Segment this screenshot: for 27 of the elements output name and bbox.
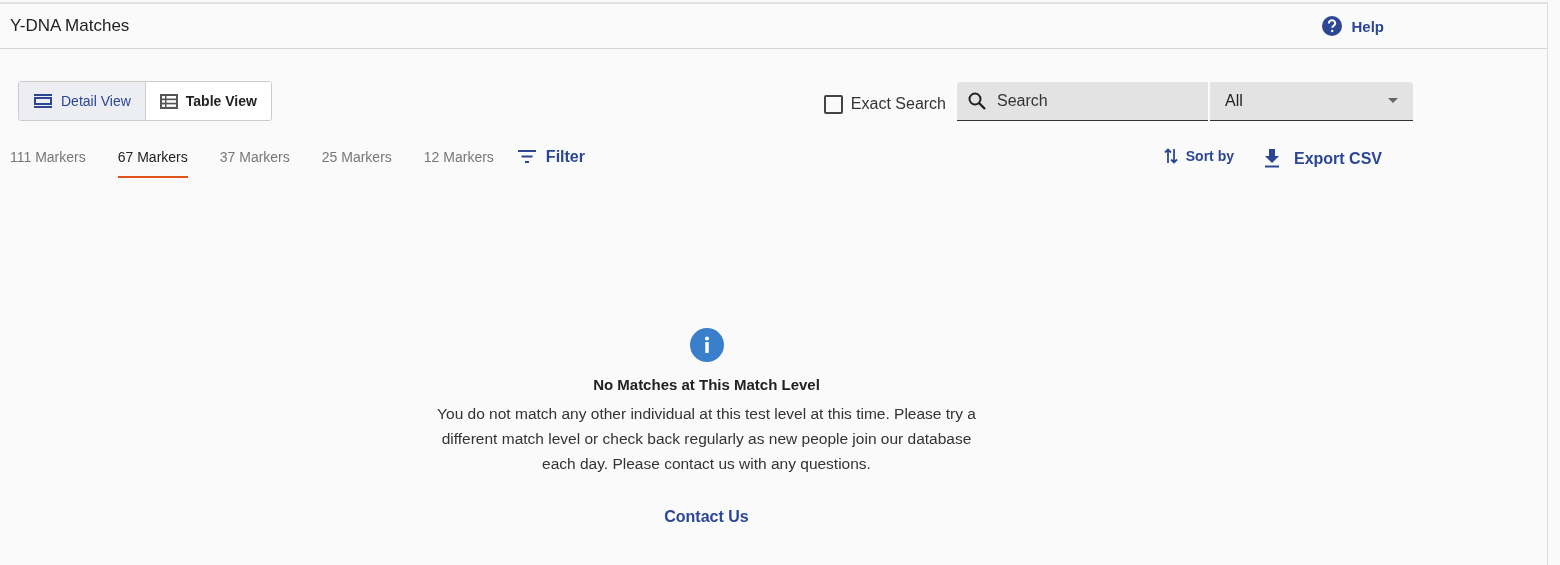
search-icon (967, 90, 987, 111)
view-toggle-button[interactable]: Detail View (19, 82, 145, 120)
detail-view-icon (33, 93, 53, 109)
filter-button[interactable]: Filter (517, 147, 593, 170)
download-icon (1264, 149, 1280, 168)
export-button[interactable]: Export CSV (1264, 149, 1382, 168)
contact-us-link[interactable]: Contact Us (664, 508, 749, 526)
scope-dropdown[interactable]: All (1210, 81, 1413, 121)
help-icon (1321, 15, 1344, 37)
search-field[interactable]: Search (957, 81, 1208, 121)
marker-tab[interactable]: 67 Markers (117, 139, 188, 178)
info-icon (689, 328, 724, 362)
empty-state-title: No Matches at This Match Level (593, 376, 820, 393)
filter-icon (517, 150, 536, 163)
page-title: Y-DNA Matches (10, 16, 130, 36)
sort-icon (1163, 146, 1178, 165)
caret-icon (1388, 98, 1398, 103)
sort-button[interactable]: Sort by (1163, 146, 1234, 165)
table-view-icon (159, 93, 178, 109)
marker-tab[interactable]: 111 Markers (10, 139, 86, 178)
empty-state-message: You do not match any other individual at this test level at this time. Please try a different match level or check back regularly as new people join our database each day. Please contact us with any questions. (436, 404, 977, 474)
marker-tab[interactable]: 37 Markers (219, 139, 290, 178)
exact-search-checkbox[interactable]: Exact Search (823, 94, 946, 114)
marker-tab[interactable]: 25 Markers (321, 139, 392, 178)
help-link[interactable]: Help (1321, 15, 1384, 37)
view-toggle-button[interactable]: Table View (144, 82, 271, 120)
marker-tab[interactable]: 12 Markers (423, 139, 494, 178)
